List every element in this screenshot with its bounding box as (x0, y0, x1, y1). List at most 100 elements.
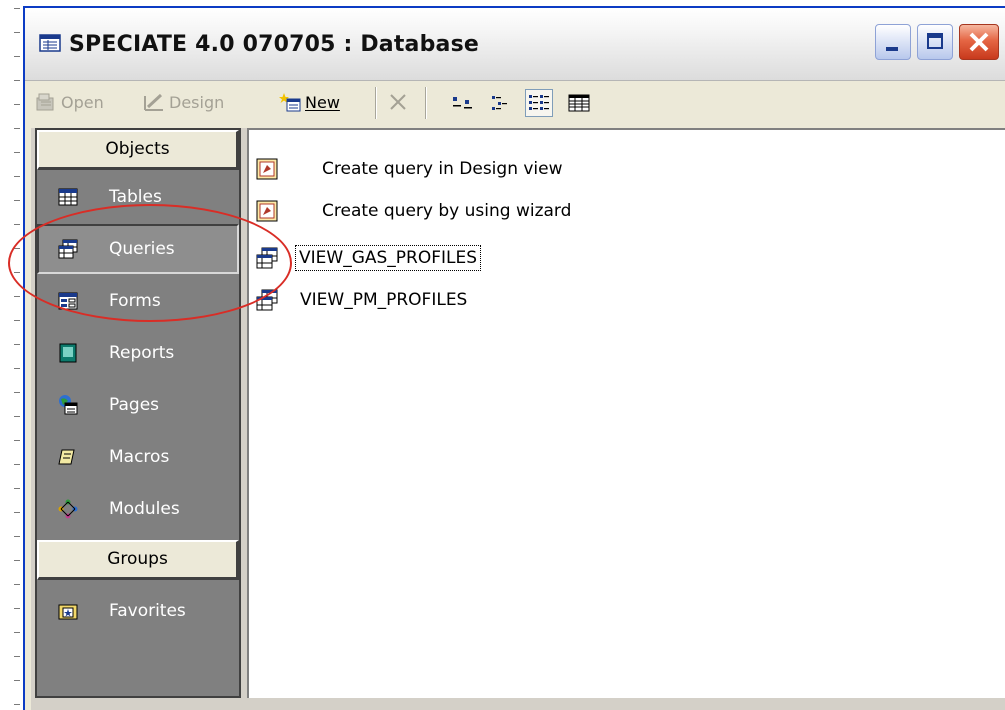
ruler-tick (14, 536, 20, 537)
title-bar[interactable]: SPECIATE 4.0 070705 : Database (25, 8, 1005, 81)
query-icon (58, 239, 78, 259)
design-button[interactable]: Design (143, 89, 224, 115)
ruler-tick (14, 560, 20, 561)
ruler-tick (14, 200, 20, 201)
maximize-icon (927, 33, 943, 49)
objects-header-button[interactable]: Objects (37, 130, 239, 170)
open-label: Open (61, 92, 104, 112)
ruler-tick (14, 416, 20, 417)
ruler-tick (14, 512, 20, 513)
ruler-tick (14, 128, 20, 129)
ruler-tick (14, 608, 20, 609)
minimize-button[interactable] (875, 24, 911, 60)
form-icon (58, 292, 78, 310)
new-label: New (305, 92, 340, 112)
small-icons-view-icon (492, 96, 507, 110)
sidebar-item-reports[interactable]: Reports (37, 328, 239, 378)
design-icon (144, 93, 163, 111)
sidebar-item-label: Forms (109, 291, 161, 311)
sidebar-item-favorites[interactable]: Favorites (37, 586, 239, 636)
ruler-tick (14, 656, 20, 657)
close-icon (969, 32, 989, 52)
sidebar-item-modules[interactable]: Modules (37, 484, 239, 534)
details-view-icon (568, 94, 590, 112)
sidebar-item-label: Reports (109, 343, 175, 363)
content-area: Objects Tables Queries Forms Reports Pag… (31, 128, 1005, 710)
groups-header-button[interactable]: Groups (37, 540, 239, 580)
table-icon (58, 188, 78, 206)
sidebar-item-label: Pages (109, 395, 160, 415)
large-icons-view-button[interactable] (449, 89, 477, 117)
favorites-folder-icon (58, 604, 78, 620)
list-item-create-design[interactable]: Create query in Design view (255, 152, 566, 186)
window-title: SPECIATE 4.0 070705 : Database (69, 32, 480, 57)
query-icon (256, 289, 278, 311)
sidebar-item-label: Modules (109, 499, 180, 519)
ruler-tick (14, 224, 20, 225)
ruler-gutter (0, 0, 22, 710)
list-item-view-gas-profiles[interactable]: VIEW_GAS_PROFILES (255, 241, 482, 275)
ruler-tick (14, 104, 20, 105)
delete-x-icon (390, 94, 406, 110)
toolbar-separator (375, 87, 376, 119)
report-icon (59, 343, 77, 363)
ruler-tick (14, 296, 20, 297)
close-button[interactable] (959, 24, 999, 60)
ruler-tick (14, 152, 20, 153)
list-item-label: Create query by using wizard (322, 201, 572, 221)
large-icons-view-icon (453, 97, 472, 109)
new-button[interactable]: New (279, 89, 340, 115)
wizard-shortcut-icon (256, 200, 278, 222)
list-item-view-pm-profiles[interactable]: VIEW_PM_PROFILES (255, 283, 470, 317)
list-item-label: VIEW_PM_PROFILES (300, 290, 468, 310)
list-item-label: Create query in Design view (322, 159, 563, 179)
ruler-tick (14, 272, 20, 273)
toolbar: Open Design New (25, 81, 1005, 125)
ruler-tick (14, 704, 20, 705)
macro-icon (58, 449, 75, 465)
sidebar-item-tables[interactable]: Tables (37, 172, 239, 222)
ruler-tick (14, 80, 20, 81)
ruler-tick (14, 320, 20, 321)
ruler-tick (14, 32, 20, 33)
page-icon (59, 395, 78, 415)
small-icons-view-button[interactable] (487, 89, 515, 117)
new-object-icon (279, 93, 301, 112)
ruler-tick (14, 488, 20, 489)
toolbar-separator (425, 87, 426, 119)
module-icon (58, 499, 78, 519)
sidebar-item-queries[interactable]: Queries (37, 224, 239, 274)
sidebar-item-label: Queries (109, 239, 175, 259)
minimize-icon (886, 47, 898, 51)
ruler-tick (14, 584, 20, 585)
sidebar-item-label: Tables (109, 187, 162, 207)
maximize-button[interactable] (917, 24, 953, 60)
ruler-tick (14, 344, 20, 345)
objects-bar: Objects Tables Queries Forms Reports Pag… (35, 128, 241, 698)
list-view-button[interactable] (525, 89, 553, 117)
ruler-tick (14, 632, 20, 633)
sidebar-item-macros[interactable]: Macros (37, 432, 239, 482)
details-view-button[interactable] (565, 89, 593, 117)
ruler-tick (14, 368, 20, 369)
sidebar-item-pages[interactable]: Pages (37, 380, 239, 430)
list-item-create-wizard[interactable]: Create query by using wizard (255, 194, 574, 228)
sidebar-item-forms[interactable]: Forms (37, 276, 239, 326)
list-item-label: VIEW_GAS_PROFILES (295, 245, 482, 271)
database-window-icon (39, 34, 61, 52)
ruler-tick (14, 680, 20, 681)
database-window: SPECIATE 4.0 070705 : Database Open Desi… (23, 6, 1005, 710)
query-icon (256, 247, 278, 269)
sidebar-item-label: Favorites (109, 601, 186, 621)
design-shortcut-icon (256, 158, 278, 180)
sidebar-item-label: Macros (109, 447, 170, 467)
list-view-icon (529, 95, 549, 110)
ruler-tick (14, 248, 20, 249)
ruler-tick (14, 8, 20, 9)
delete-button[interactable] (387, 89, 413, 115)
ruler-tick (14, 176, 20, 177)
open-button[interactable]: Open (35, 89, 104, 115)
ruler-tick (14, 440, 20, 441)
object-list-pane: Create query in Design view Create query… (247, 128, 1005, 698)
design-label: Design (169, 92, 225, 112)
